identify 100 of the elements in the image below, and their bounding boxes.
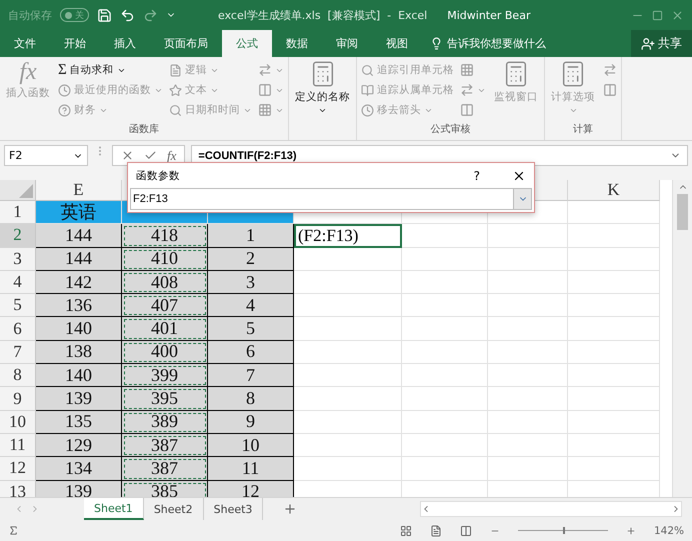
row-header[interactable]: 11 [0,434,36,458]
share-button[interactable]: 共享 [631,30,692,57]
table-cell: 6 [208,340,294,364]
table-cell: 4 [208,294,294,318]
user-name: Midwinter Bear [447,8,530,22]
ribbon-button[interactable]: 定义的名称 [293,60,352,120]
table-cell: 12 [208,480,294,497]
name-box[interactable]: F2 [4,145,88,166]
function-icon: fx [19,60,37,84]
help-button[interactable]: ? [474,168,480,182]
insert-function-button[interactable]: fx [167,148,176,164]
zoom-in-icon[interactable] [626,526,636,536]
row-header[interactable]: 12 [0,457,36,481]
ribbon-tab[interactable]: 插入 [100,30,150,57]
autosave-label: 自动保存 [8,8,52,22]
row-header[interactable]: 7 [0,340,36,364]
table-cell: 399 [122,364,208,388]
row-header[interactable]: 9 [0,387,36,411]
ribbon-tab[interactable]: 文件 [0,30,50,57]
column-header[interactable]: E [36,180,122,201]
zoom-level: 142% [654,524,684,536]
maximize-icon[interactable] [652,10,663,20]
table-cell: 400 [122,340,208,364]
ribbon-tab[interactable]: 审阅 [322,30,372,57]
table-cell: 142 [36,270,122,294]
table-cell: 139 [36,387,122,411]
table-cell: 英语 [36,201,122,224]
ribbon-icon [169,104,182,116]
table-cell: 401 [122,317,208,341]
table-cell: 138 [36,340,122,364]
undo-icon[interactable] [120,8,135,22]
row-header[interactable]: 3 [0,248,36,271]
ribbon-tab[interactable]: 页面布局 [150,30,222,57]
scrollbar-thumb[interactable] [677,194,688,230]
row-header[interactable]: 10 [0,410,36,434]
table-cell: 418 [122,224,208,248]
page-layout-icon[interactable] [430,524,442,536]
table-cell: 389 [122,410,208,434]
sheet-tab[interactable]: Sheet1 [84,498,144,520]
cancel-icon[interactable] [121,149,134,162]
lightbulb-icon [430,37,443,50]
table-cell: 129 [36,434,122,458]
table-cell: 144 [36,224,122,248]
horizontal-scrollbar[interactable] [420,501,682,517]
table-cell: 2 [208,248,294,271]
redo-icon[interactable] [143,8,158,22]
ribbon-icon [169,84,182,96]
ribbon-icon [58,104,71,116]
table-cell: 140 [36,317,122,341]
table-cell: 7 [208,364,294,388]
row-header[interactable]: 8 [0,364,36,388]
range-input-field[interactable]: F2:F13 [130,188,532,210]
save-icon[interactable] [97,8,112,22]
page-break-icon[interactable] [460,524,472,536]
select-all-icon[interactable] [19,184,33,198]
table-cell: 407 [122,294,208,318]
dialog-title: 函数参数 [136,168,181,182]
row-header[interactable]: 2 [0,224,36,248]
group-label: 函数库 [128,122,160,137]
ribbon-tab[interactable]: 数据 [272,30,322,57]
row-header[interactable]: 5 [0,294,36,318]
row-header[interactable]: 1 [0,201,36,224]
row-header[interactable]: 6 [0,317,36,341]
ribbon-tab[interactable]: 开始 [50,30,100,57]
table-cell: 11 [208,457,294,481]
table-cell: 9 [208,410,294,434]
tell-me-search[interactable]: 告诉我你想要做什么 [430,30,546,57]
table-cell: 139 [36,480,122,497]
table-cell: 134 [36,457,122,481]
person-add-icon [641,36,655,50]
ribbon-icon [361,64,374,76]
ribbon-icon [361,84,374,96]
group-label: 公式审核 [430,122,472,137]
ribbon-tab[interactable]: 公式 [222,30,272,57]
sum-icon: Σ [58,62,67,78]
normal-view-icon[interactable] [400,524,412,536]
table-cell: 5 [208,317,294,341]
window-title: excel学生成绩单.xls [兼容模式] - Excel [218,8,428,22]
table-cell: 1 [208,224,294,248]
editing-cell[interactable]: (F2:F13) [294,224,402,248]
macro-icon[interactable] [8,525,19,536]
table-cell: 387 [122,457,208,481]
table-cell: 410 [122,248,208,271]
table-cell: 140 [36,364,122,388]
row-header[interactable]: 4 [0,270,36,294]
table-cell: 385 [122,480,208,497]
ribbon-icon [169,64,182,76]
ribbon-button[interactable]: Σ 自动求和 [58,60,163,80]
table-cell: 10 [208,434,294,458]
row-header[interactable]: 13 [0,480,36,497]
ribbon-tab[interactable]: 视图 [372,30,422,57]
table-cell: 144 [36,248,122,271]
add-sheet-icon[interactable] [283,502,298,516]
table-cell: 135 [36,410,122,434]
zoom-slider-thumb[interactable] [562,527,565,534]
table-cell: 136 [36,294,122,318]
table-cell: 408 [122,270,208,294]
column-header[interactable]: K [568,180,660,201]
ribbon-icon [58,84,71,96]
table-cell: 395 [122,387,208,411]
